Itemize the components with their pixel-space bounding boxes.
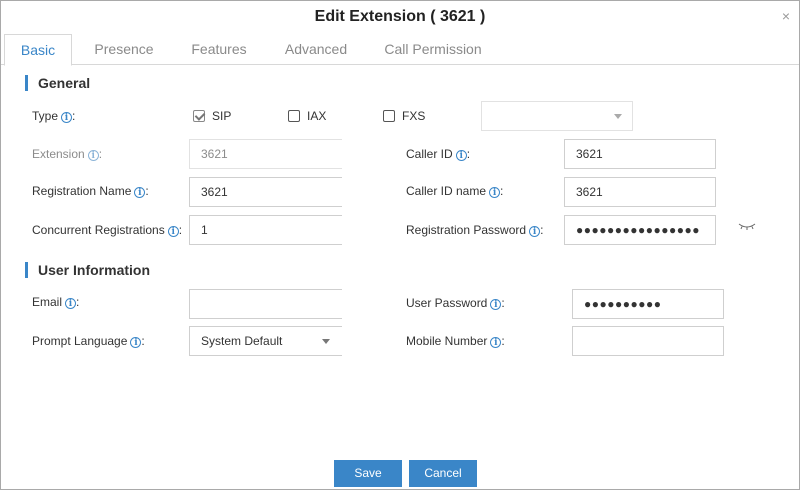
label-colon: : [501, 296, 505, 310]
mobile-number-label-text: Mobile Number [406, 334, 488, 348]
label-colon: : [72, 109, 76, 123]
registration-name-label-text: Registration Name [32, 184, 132, 198]
label-colon: : [141, 334, 145, 348]
close-icon[interactable]: × [779, 9, 793, 23]
type-iax-label: IAX [307, 109, 327, 123]
type-sip-label: SIP [212, 109, 232, 123]
prompt-language-label: Prompt Language i: [32, 332, 145, 350]
caller-id-name-field[interactable]: 3621 [564, 177, 716, 207]
cancel-button[interactable]: Cancel [409, 460, 477, 487]
dialog-title: Edit Extension ( 3621 ) [314, 8, 486, 25]
prompt-language-value: System Default [201, 334, 283, 348]
fxs-port-select[interactable] [481, 101, 633, 131]
info-icon[interactable]: i [167, 226, 179, 237]
tab-features[interactable]: Features [179, 34, 259, 65]
registration-name-label: Registration Name i: [32, 182, 149, 200]
label-colon: : [178, 223, 183, 237]
email-label: Email i: [32, 293, 79, 311]
section-user-information-title: User Information [25, 262, 150, 278]
info-icon[interactable]: i [87, 150, 99, 161]
save-button[interactable]: Save [334, 460, 402, 487]
info-icon[interactable]: i [65, 298, 77, 309]
tab-advanced[interactable]: Advanced [273, 34, 359, 65]
checkbox-checked-icon [193, 110, 205, 122]
label-colon: : [500, 184, 504, 198]
registration-name-field[interactable]: 3621 [189, 177, 342, 207]
caller-id-name-label: Caller ID name i: [406, 182, 503, 200]
user-password-label: User Password i: [406, 294, 505, 312]
caller-id-label: Caller ID i: [406, 145, 470, 163]
type-label-text: Type [32, 109, 59, 123]
edit-extension-dialog: Edit Extension ( 3621 ) × Basic Presence… [0, 0, 800, 490]
concurrent-registrations-field[interactable]: 1 [189, 215, 342, 245]
caller-id-name-label-text: Caller ID name [406, 184, 487, 198]
email-field[interactable] [189, 289, 342, 319]
info-icon[interactable]: i [490, 337, 502, 348]
label-colon: : [501, 334, 505, 348]
info-icon[interactable]: i [489, 187, 501, 198]
label-colon: : [98, 147, 103, 161]
user-password-label-text: User Password [406, 296, 488, 310]
type-fxs-label: FXS [402, 109, 426, 123]
label-colon: : [76, 295, 80, 309]
eye-closed-icon[interactable] [738, 222, 756, 232]
prompt-language-select[interactable]: System Default [189, 326, 342, 356]
registration-password-label: Registration Password i: [406, 221, 543, 239]
type-label: Type i: [32, 107, 75, 125]
tab-call-permission[interactable]: Call Permission [373, 34, 493, 65]
concurrent-registrations-label-text: Concurrent Registrations [32, 223, 165, 237]
info-icon[interactable]: i [134, 187, 146, 198]
checkbox-unchecked-icon [383, 110, 395, 122]
caller-id-label-text: Caller ID [406, 147, 453, 161]
type-sip-checkbox[interactable]: SIP [193, 107, 231, 125]
extension-field: 3621 [189, 139, 342, 169]
label-colon: : [145, 184, 149, 198]
tab-presence[interactable]: Presence [83, 34, 165, 65]
registration-password-label-text: Registration Password [406, 223, 527, 237]
type-fxs-checkbox[interactable]: FXS [383, 107, 425, 125]
type-iax-checkbox[interactable]: IAX [288, 107, 326, 125]
label-colon: : [466, 147, 471, 161]
extension-label: Extension i: [32, 145, 102, 163]
info-icon[interactable]: i [61, 112, 73, 123]
prompt-language-label-text: Prompt Language [32, 334, 128, 348]
registration-password-field[interactable]: ●●●●●●●●●●●●●●●● [564, 215, 716, 245]
extension-label-text: Extension [32, 147, 85, 161]
email-label-text: Email [32, 295, 63, 309]
chevron-down-icon [614, 114, 622, 119]
mobile-number-field[interactable] [572, 326, 724, 356]
checkbox-unchecked-icon [288, 110, 300, 122]
user-password-field[interactable]: ●●●●●●●●●● [572, 289, 724, 319]
section-general-title: General [25, 75, 90, 91]
info-icon[interactable]: i [455, 150, 467, 161]
info-icon[interactable]: i [130, 337, 142, 348]
caller-id-field[interactable]: 3621 [564, 139, 716, 169]
tab-bar: Basic Presence Features Advanced Call Pe… [1, 34, 799, 66]
label-colon: : [540, 223, 544, 237]
mobile-number-label: Mobile Number i: [406, 332, 505, 350]
chevron-down-icon [322, 339, 330, 344]
concurrent-registrations-label: Concurrent Registrations i: [32, 221, 182, 239]
tab-basic[interactable]: Basic [4, 34, 72, 66]
info-icon[interactable]: i [490, 299, 502, 310]
info-icon[interactable]: i [529, 226, 541, 237]
